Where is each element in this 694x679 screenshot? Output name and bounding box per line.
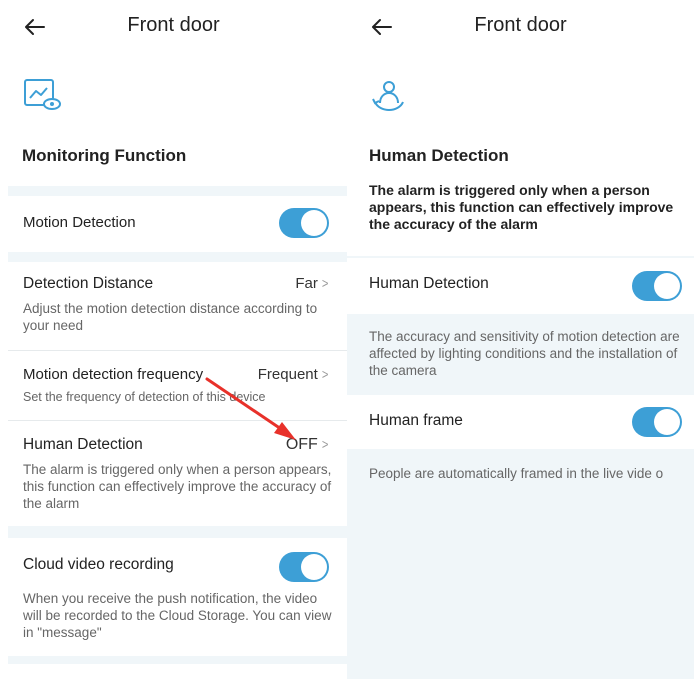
motion-frequency-description: Set the frequency of detection of this d…: [23, 390, 266, 404]
toggle-knob: [654, 273, 680, 299]
toggle-knob: [301, 210, 327, 236]
human-detection-toggle[interactable]: [632, 271, 682, 301]
motion-frequency-row[interactable]: Motion detection frequency Frequent > Set…: [8, 351, 347, 420]
page-title: Front door: [474, 14, 567, 36]
human-detection-row[interactable]: Human Detection OFF > The alarm is trigge…: [8, 421, 347, 526]
human-frame-row: Human frame: [347, 395, 694, 449]
human-frame-label: Human frame: [369, 412, 463, 429]
cloud-recording-label: Cloud video recording: [23, 556, 174, 573]
chevron-right-icon: >: [321, 275, 329, 291]
cloud-recording-row: Cloud video recording When you receive t…: [8, 538, 347, 656]
section-title: Human Detection: [369, 146, 509, 165]
human-detection-label: Human Detection: [23, 436, 143, 453]
monitoring-function-screen: Front door Monitoring Function Motion De…: [0, 0, 347, 679]
top-bar: Front door: [347, 0, 694, 56]
human-detection-screen: Front door Human Detection The alarm is …: [347, 0, 694, 679]
motion-detection-label: Motion Detection: [23, 214, 136, 231]
cloud-recording-toggle[interactable]: [279, 552, 329, 582]
motion-detection-toggle[interactable]: [279, 208, 329, 238]
detection-distance-label: Detection Distance: [23, 275, 154, 292]
motion-frequency-label: Motion detection frequency: [23, 366, 204, 383]
next-setting-row-partial: [8, 664, 347, 679]
human-detection-row: Human Detection: [347, 258, 694, 314]
top-bar: Front door: [0, 0, 347, 56]
cloud-recording-description: When you receive the push notification, …: [23, 591, 332, 640]
toggle-knob: [301, 554, 327, 580]
human-detection-description: The alarm is triggered only when a perso…: [23, 462, 332, 511]
chevron-right-icon: >: [321, 436, 329, 452]
monitor-eye-icon: [22, 76, 62, 116]
human-frame-note: People are automatically framed in the l…: [369, 466, 664, 481]
section-description: The alarm is triggered only when a perso…: [369, 182, 674, 232]
human-detection-note: The accuracy and sensitivity of motion d…: [369, 329, 680, 378]
detection-distance-description: Adjust the motion detection distance acc…: [23, 301, 318, 333]
motion-frequency-value[interactable]: Frequent >: [258, 366, 329, 383]
chevron-right-icon: >: [321, 366, 329, 382]
person-detection-icon: [369, 76, 409, 116]
human-frame-toggle[interactable]: [632, 407, 682, 437]
section-title: Monitoring Function: [22, 146, 187, 165]
human-detection-value[interactable]: OFF >: [286, 436, 329, 454]
motion-detection-row: Motion Detection: [8, 196, 347, 252]
human-detection-label: Human Detection: [369, 275, 489, 292]
detection-distance-value[interactable]: Far >: [295, 275, 329, 292]
toggle-knob: [654, 409, 680, 435]
page-title: Front door: [127, 14, 220, 36]
detection-distance-row[interactable]: Detection Distance Far > Adjust the motio…: [8, 262, 347, 350]
